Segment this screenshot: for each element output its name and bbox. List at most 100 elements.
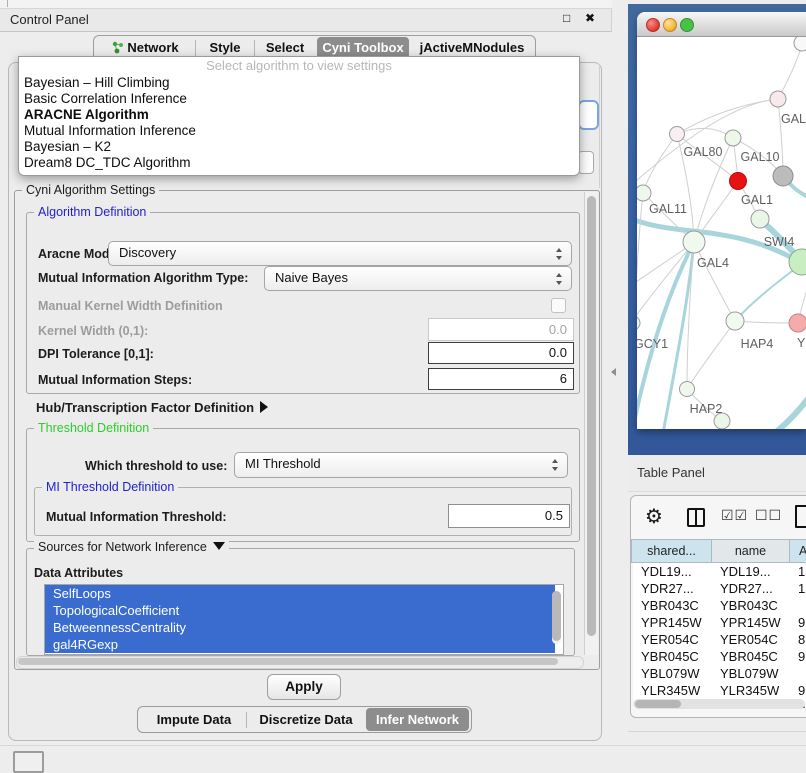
tab-style-label: Style xyxy=(209,40,240,55)
cell-name: YBR045C xyxy=(712,648,790,665)
table-horizontal-scrollbar[interactable] xyxy=(633,699,805,709)
algorithm-option[interactable]: Mutual Information Inference xyxy=(19,123,579,139)
cell-value: 12 xyxy=(790,580,806,597)
which-threshold-combobox[interactable]: MI Threshold xyxy=(234,452,568,478)
cell-shared-name: YBR045C xyxy=(633,648,712,665)
tab-separator xyxy=(246,712,247,728)
cell-name: YER054C xyxy=(712,631,790,648)
float-panel-icon[interactable]: □ xyxy=(563,11,570,25)
scrollbar-thumb[interactable] xyxy=(635,700,681,708)
node-label: GAL80 xyxy=(684,145,723,159)
mi-type-combobox[interactable]: Naive Bayes xyxy=(264,266,572,291)
panel-title: Control Panel xyxy=(10,12,89,27)
tab-discretize-data[interactable]: Discretize Data xyxy=(250,707,362,732)
mi-threshold-field[interactable]: 0.5 xyxy=(448,504,570,528)
column-header-name[interactable]: name xyxy=(712,539,790,563)
deselect-all-checkboxes-icon[interactable]: ☐☐ xyxy=(755,508,782,524)
attributes-scrollbar[interactable] xyxy=(552,591,561,644)
dpi-tolerance-field[interactable]: 0.0 xyxy=(428,342,574,364)
new-table-icon[interactable] xyxy=(795,505,806,528)
network-node-hap2[interactable] xyxy=(680,382,695,397)
close-window-icon[interactable] xyxy=(646,18,660,32)
tab-jactivemnodules-label: jActiveMNodules xyxy=(420,40,525,55)
splitpane-collapse-icon[interactable] xyxy=(611,368,616,376)
minimize-window-icon[interactable] xyxy=(663,18,677,32)
cell-value xyxy=(790,665,806,682)
attribute-item-selected[interactable]: BetweennessCentrality xyxy=(45,619,555,636)
table-row[interactable]: YBR043C YBR043C xyxy=(633,597,806,614)
which-threshold-label: Which threshold to use: xyxy=(85,459,227,473)
table-row[interactable]: YDL19... YDL19... 13 xyxy=(633,563,806,580)
cell-shared-name: YLR345W xyxy=(633,682,712,699)
network-node[interactable] xyxy=(794,37,806,51)
network-node-gal4[interactable] xyxy=(683,231,705,253)
attribute-item-selected[interactable]: SelfLoops xyxy=(45,585,555,602)
minimized-panel-icon[interactable] xyxy=(13,751,44,773)
close-panel-icon[interactable]: ✖ xyxy=(585,11,595,25)
network-node-gal1-selected[interactable] xyxy=(730,173,747,190)
table-row[interactable]: YBR045C YBR045C 9. xyxy=(633,648,806,665)
network-node-y-partial[interactable] xyxy=(789,314,806,332)
combo-stepper-icon xyxy=(556,273,563,285)
settings-horizontal-scrollbar[interactable] xyxy=(16,656,584,669)
network-node-gal80[interactable] xyxy=(670,127,685,142)
table-row[interactable]: YPR145W YPR145W 9. xyxy=(633,614,806,631)
column-header-partial[interactable]: A xyxy=(790,539,806,563)
cell-name: YPR145W xyxy=(712,614,790,631)
node-label: HAP2 xyxy=(690,402,723,416)
attribute-item-selected[interactable]: TopologicalCoefficient xyxy=(45,602,555,619)
tab-impute-data[interactable]: Impute Data xyxy=(146,707,242,732)
tab-infer-network[interactable]: Infer Network xyxy=(366,708,469,731)
algorithm-option[interactable]: Bayesian – Hill Climbing xyxy=(19,75,579,91)
cell-value: 9. xyxy=(790,648,806,665)
columns-icon[interactable] xyxy=(687,508,705,527)
network-canvas[interactable]: GAL GAL80 GAL10 GAL1 GAL11 SWI4 GAL4 GCY… xyxy=(637,37,806,429)
zoom-window-icon[interactable] xyxy=(680,18,694,32)
cell-shared-name: YER054C xyxy=(633,631,712,648)
control-panel-titlebar: Control Panel □ ✖ xyxy=(0,9,612,32)
network-window-titlebar[interactable] xyxy=(637,12,806,37)
algorithm-option[interactable]: Basic Correlation Inference xyxy=(19,91,579,107)
data-attributes-list: SelfLoops TopologicalCoefficient Between… xyxy=(44,584,564,655)
table-row[interactable]: YER054C YER054C 8. xyxy=(633,631,806,648)
cell-shared-name: YDL19... xyxy=(633,563,712,580)
tab-cyni-toolbox-label: Cyni Toolbox xyxy=(322,40,403,55)
algorithm-option[interactable]: Bayesian – K2 xyxy=(19,139,579,155)
mi-steps-label: Mutual Information Steps: xyxy=(38,373,192,387)
attribute-item-selected[interactable]: gal4RGexp xyxy=(45,636,555,653)
select-all-checkboxes-icon[interactable]: ☑☑ xyxy=(721,508,748,524)
sources-group-toggle[interactable]: Sources for Network Inference xyxy=(34,541,229,554)
table-row[interactable]: YBL079W YBL079W xyxy=(633,665,806,682)
network-node-gal10[interactable] xyxy=(725,130,741,146)
scrollbar-thumb[interactable] xyxy=(18,658,558,665)
bottom-tabbar: Impute Data Discretize Data Infer Networ… xyxy=(137,706,472,733)
algorithm-dropdown-popup: Select algorithm to view settings Bayesi… xyxy=(18,56,580,176)
network-node-gal11[interactable] xyxy=(637,185,651,201)
network-node-gray[interactable] xyxy=(773,166,793,186)
cell-value: 13 xyxy=(790,563,806,580)
apply-button[interactable]: Apply xyxy=(267,674,341,700)
settings-vertical-scrollbar[interactable] xyxy=(584,192,598,655)
network-node-gal1[interactable] xyxy=(751,210,769,228)
network-node-gal-partial[interactable] xyxy=(770,91,786,107)
manual-kernel-checkbox[interactable] xyxy=(551,298,566,313)
aracne-mode-combobox[interactable]: Discovery xyxy=(108,241,572,266)
column-header-shared-name[interactable]: shared... xyxy=(631,539,712,563)
gear-icon[interactable]: ⚙ xyxy=(645,504,663,528)
bottom-divider xyxy=(0,745,806,746)
mi-type-value: Naive Bayes xyxy=(275,270,348,285)
mi-steps-field[interactable]: 6 xyxy=(428,368,574,390)
algorithm-option-selected[interactable]: ARACNE Algorithm xyxy=(19,107,579,123)
network-node-hap4[interactable] xyxy=(726,312,744,330)
network-node-gcy1[interactable] xyxy=(637,316,640,330)
hub-section-toggle[interactable]: Hub/Transcription Factor Definition xyxy=(36,400,268,415)
table-row[interactable]: YDR27... YDR27... 12 xyxy=(633,580,806,597)
algorithm-option[interactable]: Dream8 DC_TDC Algorithm xyxy=(19,155,579,171)
cell-shared-name: YBR043C xyxy=(633,597,712,614)
chevron-right-icon xyxy=(260,401,268,413)
scrollbar-thumb[interactable] xyxy=(587,196,596,636)
right-bottom-divider xyxy=(628,731,806,732)
table-row[interactable]: YLR345W YLR345W 9. xyxy=(633,682,806,699)
kernel-width-field[interactable]: 0.0 xyxy=(428,318,574,341)
node-label: GAL4 xyxy=(697,256,729,270)
